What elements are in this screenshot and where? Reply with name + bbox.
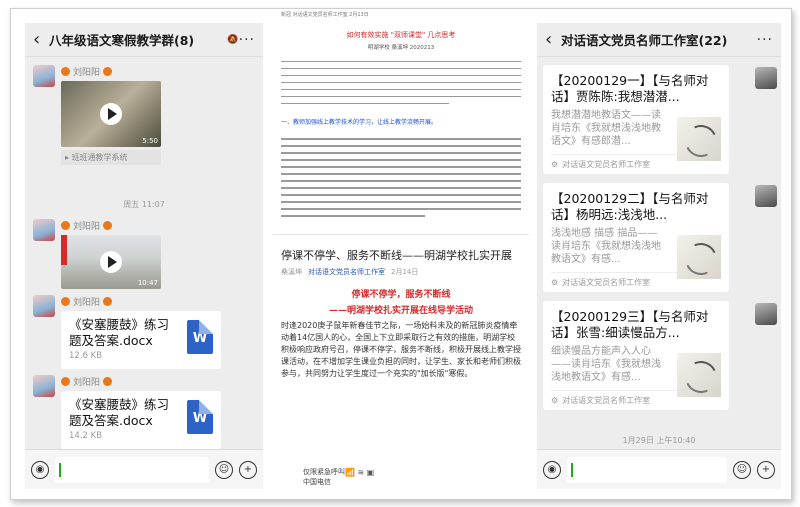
mute-icon: 🔕 [227, 34, 239, 45]
doc-section-heading: 一、教师加强线上教学技术的学习，让线上教学流畅开展。 [281, 118, 438, 126]
video-message[interactable]: 10:47 [61, 235, 161, 289]
file-message[interactable]: 《安塞腰鼓》练习题及答案.docx 14.2 KB W [61, 391, 221, 449]
article-divider [273, 234, 529, 235]
back-arrow-icon[interactable]: ‹ [33, 29, 49, 50]
article-paragraph: 时逢2020庚子鼠年新春佳节之际，一场始料未及的新冠肺炎疫情牵动着14亿国人的心… [281, 321, 521, 378]
play-icon[interactable] [100, 103, 122, 125]
chat-title: 八年级语文寒假教学群(8) [49, 33, 195, 48]
video-message[interactable]: 5:50 [61, 81, 161, 147]
card-description: 浅浅地感 描感 描品——读肖培东《我就想浅浅地教语文》有感... [551, 228, 661, 265]
avatar[interactable] [33, 295, 55, 317]
article-meta: 桑溪坤 对话语文党员名师工作室 2月14日 [273, 267, 529, 277]
card-title: 【20200129三】【与名师对话】张雪:细读慢品方... [551, 309, 709, 340]
emoji-icon[interactable]: ☺ [215, 460, 233, 479]
avatar[interactable] [33, 375, 55, 397]
article-title[interactable]: 停课不停学、服务不断线——明湖学校扎实开展 [273, 247, 529, 263]
chat-message: 刘阳阳 10:47 [33, 219, 161, 289]
shared-article-card[interactable]: 【20200129一】【与名师对话】贾陈陈:我想潜潜... 我想潜潜地教语文——… [543, 65, 729, 174]
play-icon[interactable] [100, 251, 122, 273]
pumpkin-icon [61, 221, 70, 230]
pumpkin-icon [103, 377, 113, 386]
doc-breadcrumb: 新冠 对话语文党员名师工作室 2月13日 [281, 12, 369, 18]
emoji-icon[interactable]: ☺ [733, 460, 751, 479]
doc-title: 如何有效实施 "双师课堂" 几点思考 [346, 31, 456, 39]
card-thumbnail [677, 353, 721, 397]
video-duration: 10:47 [137, 279, 158, 287]
chat-title: 对话语文党员名师工作室(22) [561, 33, 728, 48]
card-title: 【20200129二】【与名师对话】杨明远:浅浅地... [551, 191, 709, 222]
avatar[interactable] [33, 219, 55, 241]
file-name: 《安塞腰鼓》练习题及答案.docx [69, 317, 170, 348]
time-divider: 周五 11:07 [123, 200, 165, 209]
card-thumbnail [677, 117, 721, 161]
video-duration: 5:50 [142, 137, 158, 145]
avatar[interactable] [755, 67, 777, 89]
card-description: 我想潜潜地教语文——读肖培东《我就想浅浅地教语文》有感郎潜... [551, 110, 661, 147]
carrier-name: 中国电信 [303, 478, 331, 486]
pumpkin-icon [61, 377, 70, 386]
time-divider: 1月29日 上午10:40 [622, 436, 696, 445]
plus-icon[interactable]: + [239, 460, 257, 479]
article-author: 桑溪坤 [281, 268, 302, 276]
more-options-icon[interactable]: ··· [239, 32, 255, 48]
card-thumbnail [677, 235, 721, 279]
voice-icon[interactable]: ◉ [543, 460, 561, 479]
file-message[interactable]: 《安塞腰鼓》练习题及答案.docx 12.6 KB W [61, 311, 221, 369]
article-account-link[interactable]: 对话语文党员名师工作室 [308, 267, 385, 277]
plus-icon[interactable]: + [757, 460, 775, 479]
word-document-icon: W [187, 320, 213, 354]
voice-icon[interactable]: ◉ [31, 460, 49, 479]
source-label[interactable]: ▸ 班班通教学系统 [61, 150, 161, 165]
more-options-icon[interactable]: ··· [757, 32, 773, 48]
avatar[interactable] [33, 65, 55, 87]
message-input[interactable] [567, 456, 727, 483]
pumpkin-icon [61, 67, 70, 76]
screenshot-collage: ‹ 八年级语文寒假教学群(8) 🔕 ··· 刘阳阳 5:50 ▸ 班班通教学系统 [10, 8, 792, 500]
word-document-icon: W [187, 400, 213, 434]
file-name: 《安塞腰鼓》练习题及答案.docx [69, 397, 170, 428]
message-input-bar: ◉ ☺ + [537, 449, 781, 489]
pumpkin-icon [61, 297, 70, 306]
doc-body-text [273, 129, 529, 227]
shared-article-card[interactable]: 【20200129二】【与名师对话】杨明远:浅浅地... 浅浅地感 描感 描品—… [543, 183, 729, 292]
message-input-bar: ◉ ☺ + [25, 449, 263, 489]
doc-body-text [273, 51, 529, 114]
status-bar-text: 仅限紧急呼叫 [303, 468, 345, 476]
card-description: 细读慢品方能声入人心——读肖培东《我就想浅浅地教语文》有感... [551, 346, 661, 383]
chat-message: 刘阳阳 《安塞腰鼓》练习题及答案.docx 12.6 KB W [33, 295, 221, 369]
sender-name: 刘阳阳 [61, 65, 161, 78]
doc-meta: 明湖学校 桑溪坤 2020213 [367, 45, 435, 51]
teacher-studio-chat: ‹ 对话语文党员名师工作室(22) ··· 【20200129一】【与名师对话】… [537, 23, 781, 489]
sender-name: 刘阳阳 [61, 219, 161, 232]
pumpkin-icon [103, 297, 113, 306]
chat-message: 刘阳阳 《安塞腰鼓》练习题及答案.docx 14.2 KB W [33, 375, 221, 449]
chat-header: ‹ 八年级语文寒假教学群(8) 🔕 ··· [25, 23, 263, 57]
back-arrow-icon[interactable]: ‹ [545, 29, 561, 50]
video-thumbnail-mark [61, 235, 67, 265]
card-title: 【20200129一】【与名师对话】贾陈陈:我想潜潜... [551, 73, 709, 104]
article-heading: 停课不停学，服务不断线 [351, 290, 451, 300]
class-group-chat: ‹ 八年级语文寒假教学群(8) 🔕 ··· 刘阳阳 5:50 ▸ 班班通教学系统 [25, 23, 263, 489]
sender-name: 刘阳阳 [61, 295, 221, 308]
status-bar-icons: 📶 ≋ ▣ [345, 468, 375, 477]
article-document: 新冠 对话语文党员名师工作室 2月13日 如何有效实施 "双师课堂" 几点思考 … [273, 9, 529, 499]
avatar[interactable] [755, 303, 777, 325]
pumpkin-icon [103, 67, 113, 76]
shared-article-card[interactable]: 【20200129三】【与名师对话】张雪:细读慢品方... 细读慢品方能声入人心… [543, 301, 729, 410]
sender-name: 刘阳阳 [61, 375, 221, 388]
chat-header: ‹ 对话语文党员名师工作室(22) ··· [537, 23, 781, 57]
message-input[interactable] [55, 456, 209, 483]
avatar[interactable] [755, 185, 777, 207]
article-subheading: ——明湖学校扎实开展在线导学活动 [328, 306, 473, 316]
chat-message: 刘阳阳 5:50 ▸ 班班通教学系统 [33, 65, 161, 165]
article-date: 2月14日 [391, 268, 419, 276]
pumpkin-icon [103, 221, 113, 230]
